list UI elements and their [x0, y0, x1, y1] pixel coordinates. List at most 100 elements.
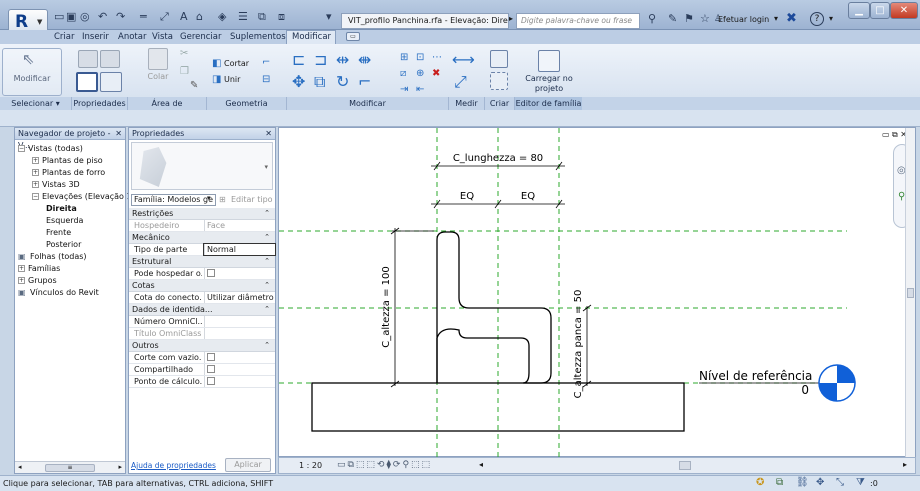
browser-item[interactable]: Esquerda [46, 216, 83, 225]
drag-elements-icon[interactable]: ⤡ [836, 477, 844, 488]
array-icon[interactable]: ⋯ [432, 52, 442, 63]
view-scale[interactable]: 1 : 20 [299, 461, 322, 470]
expand-icon[interactable]: + [32, 157, 39, 164]
collapse-icon[interactable]: ⌃ [264, 208, 270, 219]
property-row[interactable]: Hospedeiro Face [129, 220, 275, 232]
property-row[interactable]: Tipo de parte Normal [129, 243, 276, 256]
view-window-controls[interactable]: ▭ ⧉ ✕ [882, 130, 907, 140]
type-properties-icon[interactable] [100, 72, 122, 92]
scroll-left-icon[interactable]: ◂ [18, 463, 22, 471]
browser-item[interactable]: + Vistas 3D [32, 180, 80, 189]
offset-icon[interactable]: ⊐ [314, 50, 327, 69]
seat-height-dimension-label[interactable]: C_altezza panca = 50 [573, 290, 584, 399]
select-pinned-icon[interactable]: ✥ [816, 477, 824, 488]
tab-suplementos[interactable]: Suplementos [230, 32, 286, 42]
length-dimension-label[interactable]: C_lunghezza = 80 [453, 153, 543, 164]
copy-icon[interactable]: ❐ [180, 66, 189, 77]
maximize-button[interactable]: □ [870, 2, 890, 19]
load-into-project-button[interactable] [520, 48, 578, 96]
property-value[interactable]: Utilizar diâmetro [204, 292, 275, 303]
property-section-header[interactable]: Cotas ⌃ [129, 280, 275, 292]
paste-icon[interactable] [148, 48, 168, 70]
browser-item[interactable]: Frente [46, 228, 71, 237]
browser-item[interactable]: Direita [46, 204, 77, 213]
cut-geometry-label[interactable]: Cortar [224, 59, 249, 68]
sync-icon[interactable]: ◎ [80, 10, 90, 23]
property-row[interactable]: Compartilhado [129, 364, 275, 376]
design-options-icon[interactable]: ⧉ [776, 477, 783, 488]
minimize-button[interactable]: ▁ [848, 2, 870, 19]
eq-label-left[interactable]: EQ [460, 191, 474, 202]
browser-item[interactable]: + Plantas de forro [32, 168, 105, 177]
checkbox[interactable] [207, 365, 215, 373]
cut-icon[interactable]: ✂ [180, 48, 188, 59]
browser-item[interactable]: ▣ Vínculos do Revit [18, 288, 99, 297]
drawing-area[interactable]: C_lunghezza = 80 EQ EQ C_altezza = 100 C… [278, 127, 916, 458]
thin-lines-icon[interactable]: ☰ [238, 10, 248, 23]
wall-joins-icon[interactable]: ⌐ [262, 57, 270, 68]
cut-geometry-icon[interactable]: ◧ [212, 58, 221, 69]
dimension-icon[interactable]: ⤢ [160, 10, 169, 24]
property-row[interactable]: Pode hospedar o... [129, 268, 275, 280]
property-row[interactable]: Número OmniCl... [129, 316, 275, 328]
scale-icon[interactable]: ⧄ [400, 68, 406, 79]
save-icon[interactable]: ▣ [66, 10, 76, 23]
collapse-icon[interactable]: ⌃ [264, 340, 270, 351]
tab-vista[interactable]: Vista [152, 32, 173, 42]
mirror-axis-icon[interactable]: ⇹ [336, 50, 349, 69]
property-section-header[interactable]: Restrições ⌃ [129, 208, 275, 220]
browser-item[interactable]: + Grupos [18, 276, 57, 285]
vertical-scroll-thumb[interactable] [907, 288, 914, 298]
section-icon[interactable]: ◈ [218, 10, 226, 23]
pin-icon[interactable]: ⊕ [416, 68, 424, 79]
open-icon[interactable]: ▭ [54, 10, 64, 23]
browser-item[interactable]: Posterior [46, 240, 81, 249]
undo-icon[interactable]: ↶ [98, 10, 107, 23]
property-checkbox[interactable] [204, 268, 275, 279]
property-checkbox[interactable] [204, 376, 275, 387]
chevron-down-icon[interactable]: ▾ [774, 14, 778, 23]
create-group-icon[interactable] [490, 72, 508, 90]
level-name-label[interactable]: Nível de referência [699, 369, 812, 383]
split-icon[interactable]: ⊞ [400, 52, 408, 63]
delete-icon[interactable]: ✖ [432, 68, 440, 79]
tab-anotar[interactable]: Anotar [118, 32, 146, 42]
type-selector[interactable]: ▾ [131, 142, 273, 190]
login-link[interactable]: Efetuar login [718, 15, 769, 24]
scroll-left-icon[interactable]: ◂ [479, 460, 483, 469]
property-section-header[interactable]: Outros ⌃ [129, 340, 275, 352]
close-hidden-icon[interactable]: ⧉ [258, 10, 266, 24]
favorites-star-icon[interactable]: ☆ [700, 12, 710, 25]
property-value[interactable] [204, 328, 275, 339]
chevron-down-icon[interactable]: ▾ [207, 194, 211, 202]
property-row[interactable]: Corte com vazio... [129, 352, 275, 364]
property-checkbox[interactable] [204, 364, 275, 375]
tab-modificar[interactable]: Modificar [286, 30, 336, 45]
panel-select-label[interactable]: Selecionar ▾ [0, 97, 71, 110]
measure-distance-icon[interactable]: ⟷ [452, 50, 475, 69]
property-value[interactable]: Face [204, 220, 275, 231]
apply-button[interactable]: Aplicar [225, 458, 271, 472]
redo-icon[interactable]: ↷ [116, 10, 125, 23]
height-dimension-label[interactable]: C_altezza = 100 [381, 266, 392, 347]
tab-criar[interactable]: Criar [54, 32, 75, 42]
expand-icon[interactable]: + [32, 169, 39, 176]
browser-item[interactable]: − Elevações (Elevação 1 [32, 192, 132, 201]
vertical-scrollbar[interactable] [905, 128, 915, 458]
level-head-symbol[interactable] [818, 364, 856, 402]
subscription-icon[interactable]: ✎ [668, 12, 677, 25]
align-icon[interactable]: ⊏ [292, 50, 305, 69]
join-geometry-icon[interactable]: ◨ [212, 74, 221, 85]
close-icon[interactable]: ✕ [115, 128, 122, 140]
collapse-icon[interactable]: − [18, 145, 25, 152]
text-icon[interactable]: A [180, 10, 188, 23]
horizontal-scroll-thumb[interactable] [679, 461, 691, 470]
mirror-draw-icon[interactable]: ⇼ [358, 50, 371, 69]
edit-type-button[interactable]: Editar tipo [231, 195, 273, 204]
properties-help-link[interactable]: Ajuda de propriedades [131, 461, 216, 470]
family-filter-dropdown[interactable]: Família: Modelos ge [131, 194, 216, 206]
move-icon[interactable]: ✥ [292, 72, 305, 91]
aligned-dimension-icon[interactable]: ⤢ [454, 72, 467, 92]
tab-inserir[interactable]: Inserir [82, 32, 109, 42]
switch-windows-icon[interactable]: ⧈ [278, 10, 285, 24]
